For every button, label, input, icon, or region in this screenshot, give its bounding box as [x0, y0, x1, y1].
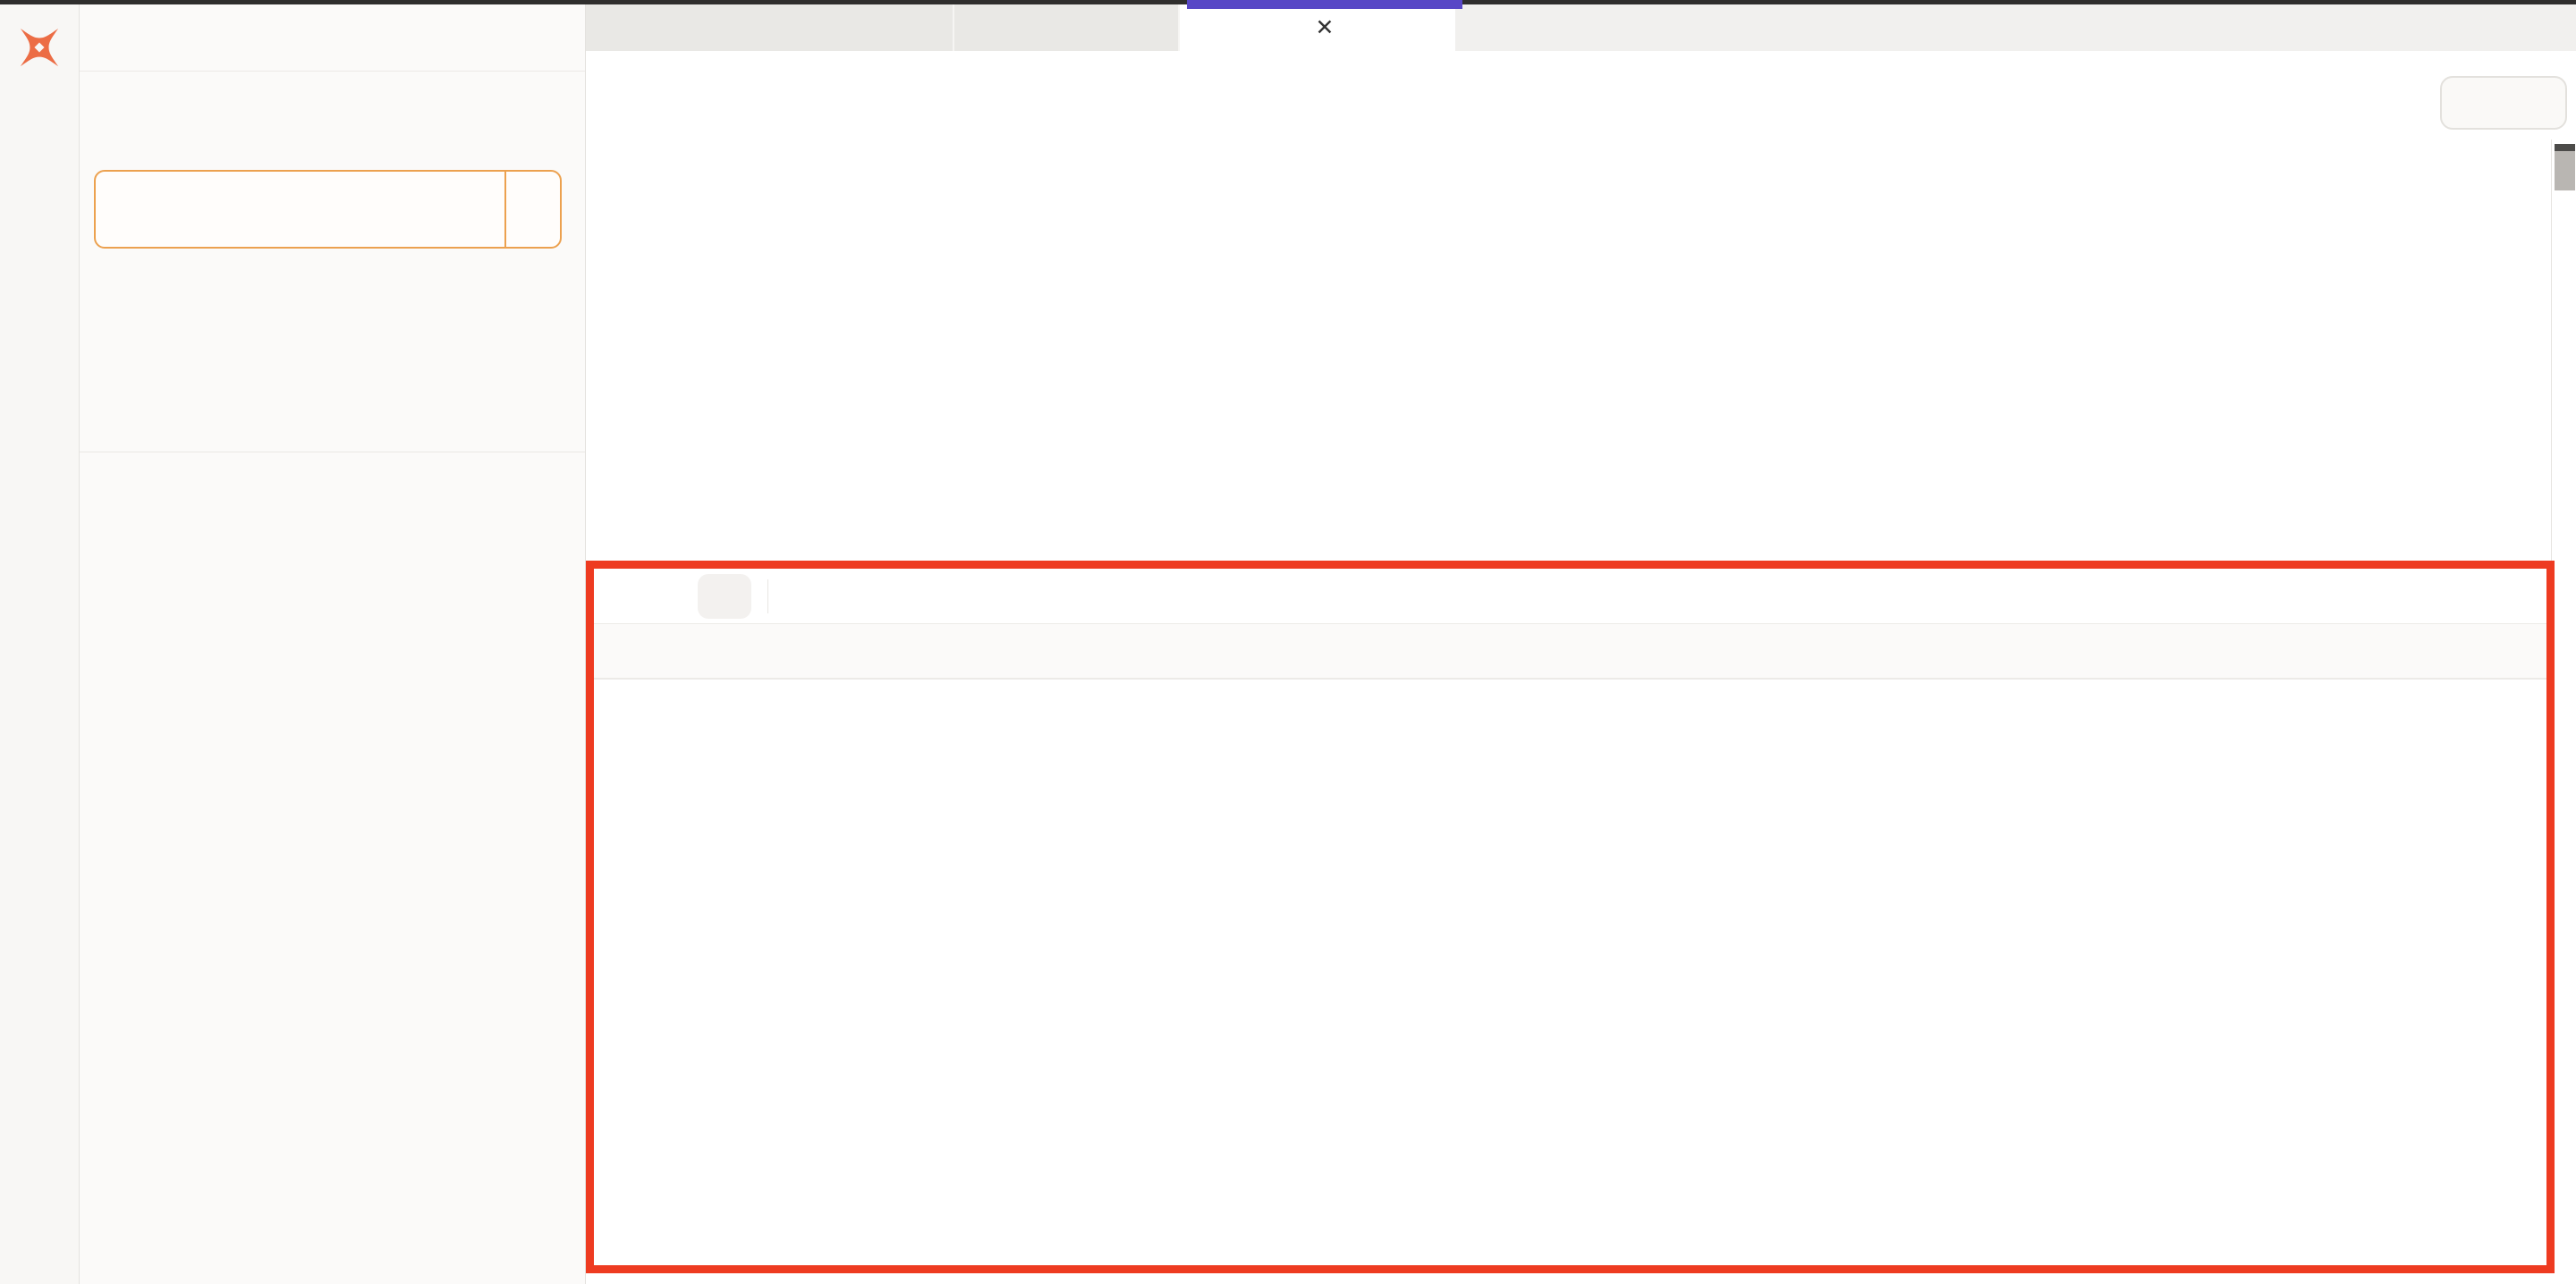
dbt-logo — [16, 24, 63, 71]
ai-assist-button[interactable] — [698, 574, 751, 619]
branch-bar — [80, 4, 585, 72]
pull-options-chevron[interactable] — [504, 172, 560, 247]
active-tab-indicator — [1187, 0, 1462, 9]
editor-pane: ✕ — [586, 4, 2576, 561]
save-button[interactable] — [2440, 76, 2567, 130]
pull-from-remote-button[interactable] — [94, 170, 562, 249]
app-window: ✕ — [0, 0, 2576, 1284]
toolbar-divider — [767, 579, 768, 613]
sidebar — [80, 4, 586, 1284]
tab-example-develop-metric-sql[interactable] — [586, 4, 954, 51]
split-editor-icon[interactable] — [2460, 13, 2488, 42]
chevron-down-icon[interactable] — [101, 477, 121, 497]
scrollbar-thumb-cap — [2555, 144, 2575, 151]
file-explorer-header — [101, 464, 553, 511]
scrollbar-thumb[interactable] — [2555, 151, 2575, 190]
tab-bar: ✕ — [586, 4, 2576, 51]
csv-preview-header-row — [594, 624, 2546, 680]
chevron-down-icon[interactable] — [101, 96, 121, 115]
minimap[interactable] — [2342, 140, 2415, 553]
file-tree — [80, 519, 584, 1284]
close-tab-icon[interactable]: ✕ — [1316, 17, 1335, 39]
activity-bar — [0, 4, 80, 1284]
version-control-header — [101, 96, 558, 115]
copy-icon[interactable] — [538, 24, 565, 51]
panel-toolbar — [594, 569, 2546, 624]
editor-scrollbar[interactable] — [2551, 139, 2576, 561]
more-options-icon[interactable] — [2521, 13, 2549, 42]
bottom-panel-annotation-highlight — [586, 561, 2555, 1273]
tab-raw-payments-csv[interactable]: ✕ — [1180, 4, 1455, 51]
git-branch-icon — [90, 23, 119, 52]
search-icon[interactable] — [526, 474, 553, 501]
chevron-down-icon — [719, 587, 739, 606]
breadcrumb-row — [586, 51, 2576, 139]
new-file-icon[interactable] — [474, 474, 501, 501]
new-tab-icon[interactable] — [2399, 13, 2428, 42]
tab-raw-orders-csv[interactable] — [954, 4, 1180, 51]
